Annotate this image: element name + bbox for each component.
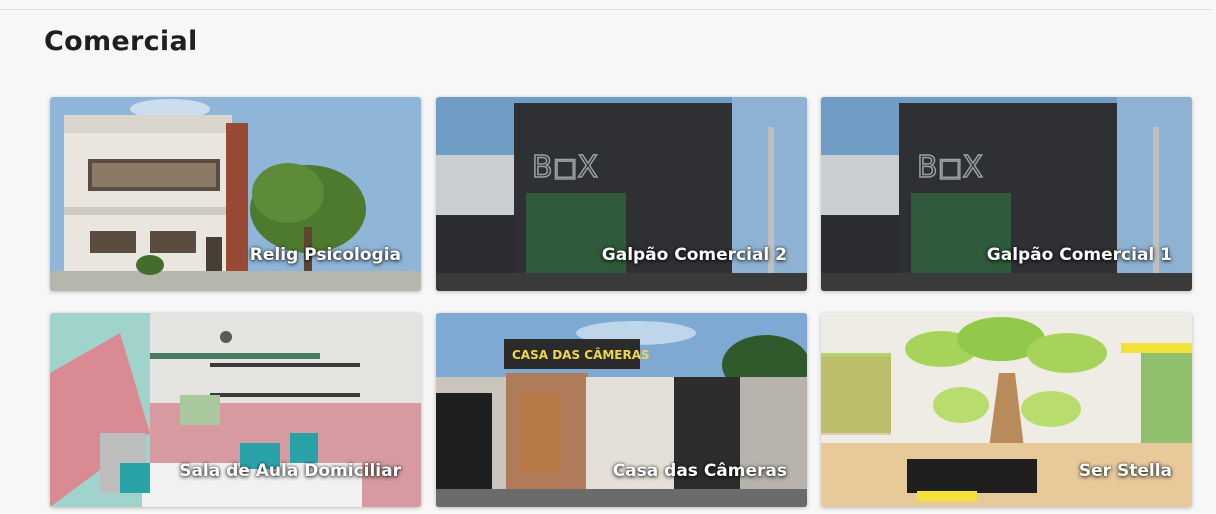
project-title: Sala de Aula Domiciliar [179, 461, 401, 481]
project-card-galpao-comercial-1[interactable]: B◻X Galpão Comercial 1 [821, 97, 1192, 291]
project-card-galpao-comercial-2[interactable]: B◻X Galpão Comercial 2 [436, 97, 807, 291]
section-title: Comercial [44, 26, 198, 57]
project-title: Ser Stella [1078, 461, 1172, 481]
project-title: Galpão Comercial 2 [601, 245, 787, 265]
project-title: Casa das Câmeras [612, 461, 787, 481]
svg-text:B◻X: B◻X [532, 150, 598, 185]
project-title: Galpão Comercial 1 [986, 245, 1172, 265]
project-card-casa-das-cameras[interactable]: CASA DAS CÂMERAS Casa das Câmeras [436, 313, 807, 507]
svg-text:CASA DAS CÂMERAS: CASA DAS CÂMERAS [512, 347, 650, 362]
svg-text:B◻X: B◻X [917, 150, 983, 185]
project-card-sala-de-aula-domiciliar[interactable]: Sala de Aula Domiciliar [50, 313, 421, 507]
project-card-ser-stella[interactable]: Ser Stella [821, 313, 1192, 507]
project-title: Relig Psicologia [249, 245, 401, 265]
project-card-relig-psicologia[interactable]: Relig Psicologia [50, 97, 421, 291]
top-divider [0, 9, 1212, 10]
